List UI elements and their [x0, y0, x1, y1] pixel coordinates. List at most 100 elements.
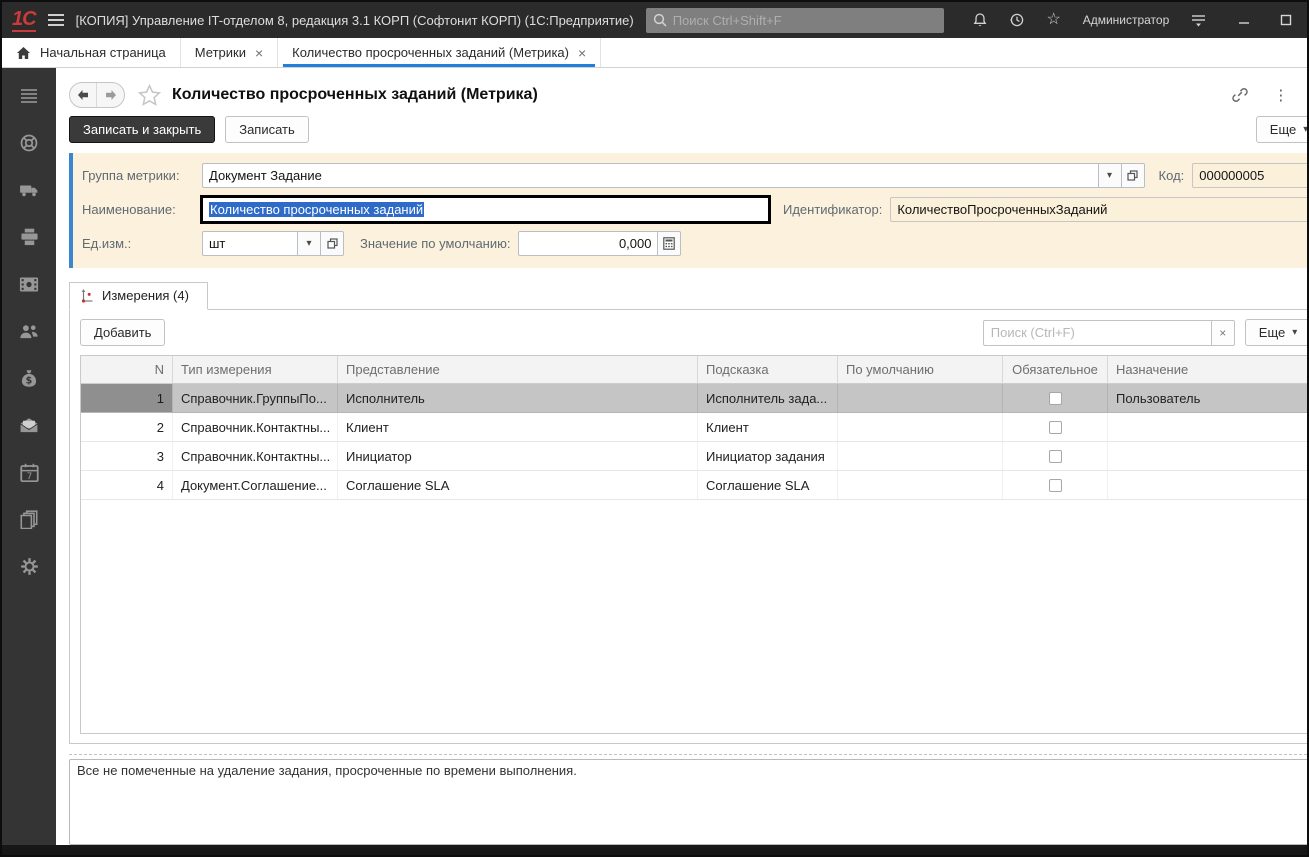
name-row: Наименование: Количество просроченных за…: [82, 197, 1309, 222]
table-header-row: N Тип измерения Представление Подсказка …: [81, 356, 1309, 384]
column-header[interactable]: N: [81, 356, 173, 383]
caret-down-icon: ▾: [1292, 327, 1297, 338]
get-link-icon[interactable]: [1231, 87, 1249, 103]
unit-open-icon[interactable]: [321, 231, 344, 256]
global-search-box[interactable]: [646, 8, 944, 33]
tab-label: Количество просроченных заданий (Метрика…: [292, 45, 569, 60]
metric-group-input[interactable]: Документ Задание: [202, 163, 1099, 188]
sections-panel-icon[interactable]: [9, 81, 49, 111]
caret-down-icon: ▾: [1303, 124, 1308, 135]
favorites-star-icon[interactable]: ☆: [1044, 10, 1064, 30]
open-windows-tabbar: Начальная страница Метрики × Количество …: [2, 38, 1309, 68]
users-icon[interactable]: [9, 316, 49, 346]
unit-label: Ед.изм.:: [82, 236, 202, 251]
table-search-input[interactable]: [983, 320, 1211, 346]
settings-gear-icon[interactable]: [9, 551, 49, 581]
default-value-input[interactable]: 0,000: [518, 231, 658, 256]
required-checkbox[interactable]: [1049, 479, 1062, 492]
titlebar-icons: ☆ Администратор: [970, 10, 1209, 30]
save-button[interactable]: Записать: [225, 116, 309, 143]
axes-icon: [80, 289, 94, 303]
name-label: Наименование:: [82, 202, 202, 217]
window-title: [КОПИЯ] Управление IT-отделом 8, редакци…: [76, 13, 634, 28]
more-actions-icon[interactable]: ⋮: [1273, 86, 1288, 104]
tab-label: Метрики: [195, 45, 246, 60]
media-film-icon[interactable]: [9, 269, 49, 299]
tab-dimensions-label: Измерения (4): [102, 288, 189, 303]
close-tab-icon[interactable]: ×: [578, 46, 586, 60]
finance-moneybag-icon[interactable]: $: [9, 363, 49, 393]
calendar-icon[interactable]: 7: [9, 457, 49, 487]
clear-search-icon[interactable]: ×: [1211, 320, 1235, 346]
support-buoy-icon[interactable]: [9, 128, 49, 158]
global-search-input[interactable]: [673, 13, 937, 28]
maximize-icon[interactable]: [1276, 10, 1296, 30]
dimensions-tabstrip: Измерения (4): [69, 282, 1309, 309]
print-icon[interactable]: [9, 222, 49, 252]
dimensions-group: Добавить × Еще▾ N Тип измерения Представ…: [69, 309, 1309, 744]
table-more-button[interactable]: Еще▾: [1245, 319, 1309, 346]
notifications-bell-icon[interactable]: [970, 10, 990, 30]
metric-group-row: Группа метрики: Документ Задание ▾ Код: …: [82, 163, 1309, 188]
required-checkbox[interactable]: [1049, 392, 1062, 405]
back-button[interactable]: [70, 83, 97, 107]
column-header[interactable]: Обязательное: [1003, 356, 1108, 383]
column-header[interactable]: Назначение: [1108, 356, 1309, 383]
metric-group-label: Группа метрики:: [82, 168, 202, 183]
column-header[interactable]: Представление: [338, 356, 698, 383]
main-menu-icon[interactable]: [48, 14, 64, 26]
comment-field[interactable]: Все не помеченные на удаление задания, п…: [69, 759, 1309, 845]
metric-group-open-icon[interactable]: [1122, 163, 1145, 188]
window-bottom-frame: [2, 845, 1309, 855]
save-and-close-button[interactable]: Записать и закрыть: [69, 116, 215, 143]
column-header[interactable]: Тип измерения: [173, 356, 338, 383]
tab-metric-card[interactable]: Количество просроченных заданий (Метрика…: [278, 38, 601, 67]
identifier-label: Идентификатор:: [783, 202, 882, 217]
home-icon: [16, 46, 31, 60]
svg-text:$: $: [26, 375, 33, 386]
1c-logo-icon: 1С: [12, 9, 36, 32]
table-row[interactable]: 1 Справочник.ГруппыПо... Исполнитель Исп…: [81, 384, 1309, 413]
service-menu-icon[interactable]: [1188, 10, 1208, 30]
table-row[interactable]: 2 Справочник.Контактны... Клиент Клиент: [81, 413, 1309, 442]
dimensions-toolbar: Добавить × Еще▾: [80, 319, 1309, 346]
add-to-favorites-star-icon[interactable]: [138, 84, 161, 106]
forward-button[interactable]: [97, 83, 124, 107]
metric-group-dropdown-icon[interactable]: ▾: [1099, 163, 1122, 188]
name-input[interactable]: Количество просроченных заданий: [202, 197, 769, 222]
form-header: Количество просроченных заданий (Метрика…: [63, 68, 1309, 111]
tab-dimensions[interactable]: Измерения (4): [69, 282, 208, 310]
table-row[interactable]: 4 Документ.Соглашение... Соглашение SLA …: [81, 471, 1309, 500]
history-icon[interactable]: [1007, 10, 1027, 30]
page-title: Количество просроченных заданий (Метрика…: [172, 86, 538, 104]
unit-dropdown-icon[interactable]: ▾: [298, 231, 321, 256]
minimize-icon[interactable]: [1234, 10, 1254, 30]
add-row-button[interactable]: Добавить: [80, 319, 165, 346]
unit-input[interactable]: шт: [202, 231, 298, 256]
svg-text:7: 7: [26, 471, 32, 481]
current-user[interactable]: Администратор: [1083, 13, 1170, 27]
header-fields-panel: Группа метрики: Документ Задание ▾ Код: …: [69, 153, 1309, 268]
tab-metrics[interactable]: Метрики ×: [181, 38, 278, 67]
table-search-box: ×: [983, 320, 1235, 346]
title-bar: 1С [КОПИЯ] Управление IT-отделом 8, реда…: [2, 2, 1309, 38]
command-bar: Записать и закрыть Записать Еще▾: [69, 116, 1309, 143]
search-icon: [653, 13, 667, 27]
calculator-icon[interactable]: [658, 231, 681, 256]
dimensions-table: N Тип измерения Представление Подсказка …: [80, 355, 1309, 734]
column-header[interactable]: По умолчанию: [838, 356, 1003, 383]
default-value-label: Значение по умолчанию:: [360, 236, 510, 251]
mail-icon[interactable]: [9, 410, 49, 440]
tab-home[interactable]: Начальная страница: [2, 38, 181, 67]
delivery-truck-icon[interactable]: [9, 175, 49, 205]
close-tab-icon[interactable]: ×: [255, 46, 263, 60]
required-checkbox[interactable]: [1049, 421, 1062, 434]
code-field: 000000005: [1192, 163, 1309, 188]
selected-text: Количество просроченных заданий: [209, 202, 424, 217]
column-header[interactable]: Подсказка: [698, 356, 838, 383]
documents-icon[interactable]: [9, 504, 49, 534]
identifier-field: КоличествоПросроченныхЗаданий: [890, 197, 1309, 222]
form-more-button[interactable]: Еще▾: [1256, 116, 1309, 143]
required-checkbox[interactable]: [1049, 450, 1062, 463]
table-row[interactable]: 3 Справочник.Контактны... Инициатор Иниц…: [81, 442, 1309, 471]
